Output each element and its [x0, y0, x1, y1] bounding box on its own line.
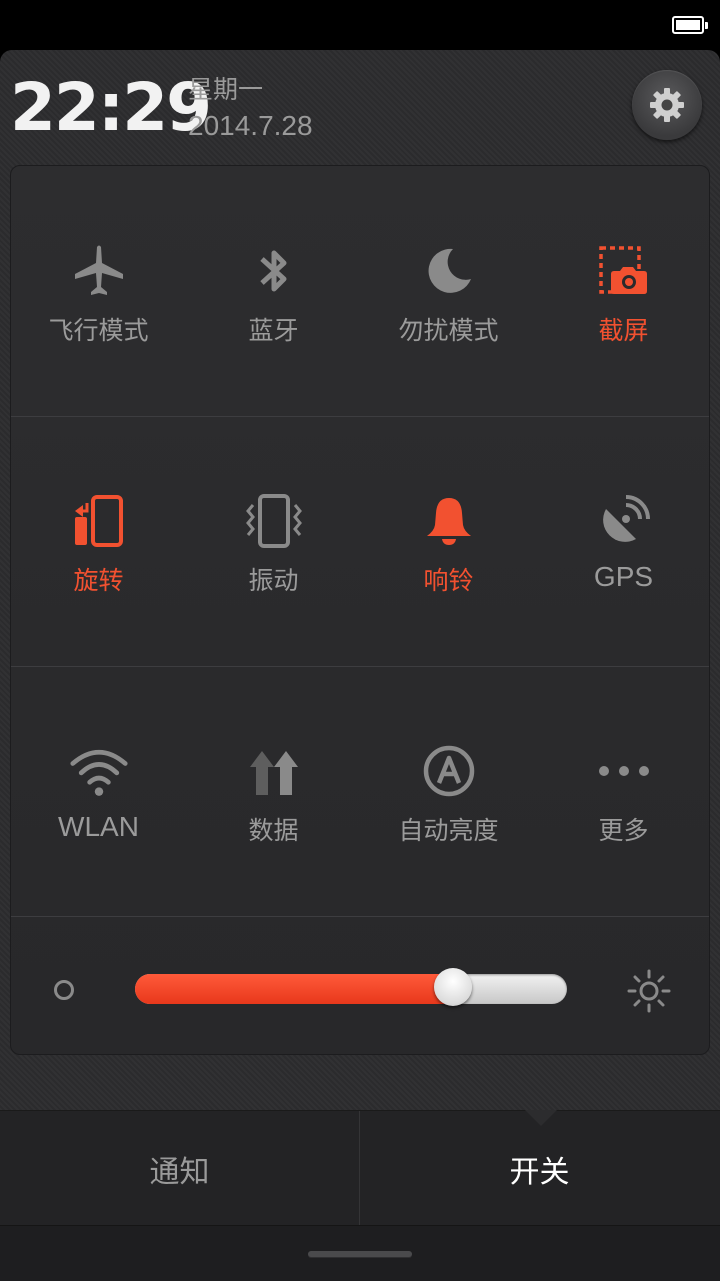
- toggle-row: 飞行模式 蓝牙 勿扰模式 截屏: [11, 166, 709, 416]
- toggle-airplane[interactable]: 飞行模式: [11, 166, 186, 416]
- brightness-low-icon: [54, 980, 74, 1000]
- brightness-fill: [135, 974, 453, 1004]
- date-block: 星期一 2014.7.28: [188, 72, 313, 144]
- weekday-label: 星期一: [188, 75, 264, 104]
- bell-icon: [419, 491, 479, 551]
- data-icon: [244, 741, 304, 801]
- screenshot-icon: [594, 241, 654, 301]
- toggle-rotate[interactable]: 旋转: [11, 416, 186, 666]
- status-bar: [0, 0, 720, 50]
- auto-brightness-icon: [419, 741, 479, 801]
- moon-icon: [419, 241, 479, 301]
- toggle-dnd[interactable]: 勿扰模式: [361, 166, 536, 416]
- brightness-slider-thumb[interactable]: [433, 968, 472, 1006]
- airplane-icon: [69, 241, 129, 301]
- toggle-label: 勿扰模式: [398, 316, 499, 345]
- quick-settings-panel: 飞行模式 蓝牙 勿扰模式 截屏 旋转 振动 响铃 GPS WLAN 数据 自动亮…: [10, 165, 710, 1055]
- shade-tabs: 通知 开关: [0, 1110, 720, 1226]
- toggle-label: 飞行模式: [48, 316, 149, 345]
- bluetooth-icon: [244, 241, 304, 301]
- toggle-label: 旋转: [73, 566, 124, 595]
- toggle-bluetooth[interactable]: 蓝牙: [186, 166, 361, 416]
- tab-notifications[interactable]: 通知: [0, 1111, 359, 1226]
- toggle-label: 响铃: [423, 566, 474, 595]
- toggle-label: 振动: [248, 566, 299, 595]
- toggle-label: 更多: [598, 816, 649, 845]
- rotate-icon: [69, 491, 129, 551]
- gear-icon: [650, 88, 684, 122]
- toggle-screenshot[interactable]: 截屏: [536, 166, 711, 416]
- tab-toggles[interactable]: 开关: [360, 1111, 719, 1226]
- toggle-label: WLAN: [58, 811, 139, 842]
- toggle-row: WLAN 数据 自动亮度 更多: [11, 666, 709, 916]
- more-icon: [594, 741, 654, 801]
- toggle-more[interactable]: 更多: [536, 666, 711, 916]
- battery-icon: [672, 16, 708, 34]
- gps-icon: [594, 491, 654, 551]
- toggle-auto-brightness[interactable]: 自动亮度: [361, 666, 536, 916]
- toggle-data[interactable]: 数据: [186, 666, 361, 916]
- toggle-gps[interactable]: GPS: [536, 416, 711, 666]
- toggle-label: 自动亮度: [398, 816, 499, 845]
- drag-handle[interactable]: [308, 1251, 412, 1257]
- vibrate-icon: [244, 491, 304, 551]
- divider: [11, 916, 709, 917]
- toggle-wlan[interactable]: WLAN: [11, 666, 186, 916]
- wifi-icon: [69, 741, 129, 801]
- brightness-high-icon: [627, 969, 671, 1013]
- brightness-control: [11, 918, 709, 1056]
- date-label: 2014.7.28: [188, 110, 313, 141]
- toggle-label: 截屏: [598, 316, 649, 345]
- settings-button[interactable]: [632, 70, 702, 140]
- toggle-vibrate[interactable]: 振动: [186, 416, 361, 666]
- toggle-label: 数据: [248, 816, 299, 845]
- brightness-slider[interactable]: [135, 974, 567, 1004]
- clock-time: 22:29: [10, 69, 212, 146]
- toggle-label: GPS: [593, 561, 654, 592]
- toggle-row: 旋转 振动 响铃 GPS: [11, 416, 709, 666]
- notification-shade: 22:29 星期一 2014.7.28 飞行模式 蓝牙 勿扰模式 截屏 旋转 振…: [0, 50, 720, 1281]
- toggle-ring[interactable]: 响铃: [361, 416, 536, 666]
- shade-bottom-bar: [0, 1225, 720, 1281]
- toggle-label: 蓝牙: [248, 316, 299, 345]
